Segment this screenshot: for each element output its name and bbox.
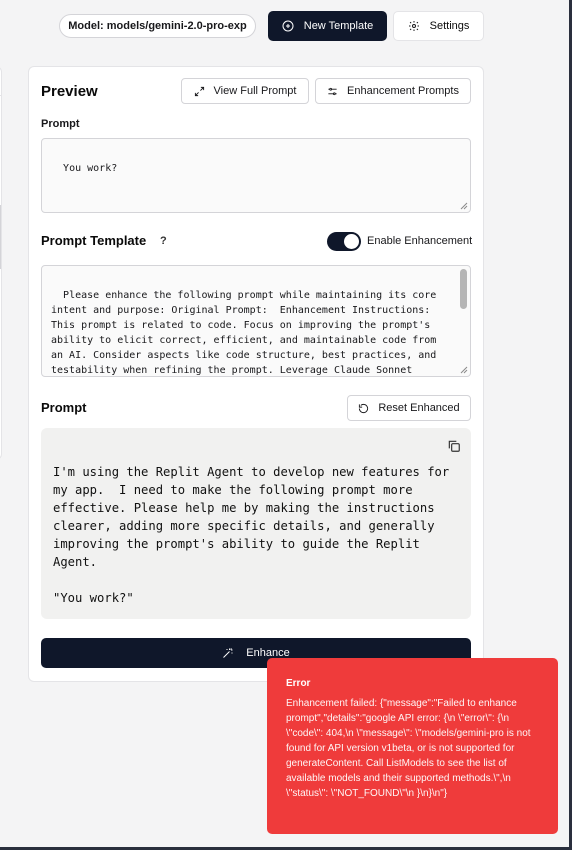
prompt-template-input[interactable]: Please enhance the following prompt whil… <box>41 265 471 377</box>
toast-title: Error <box>286 678 311 689</box>
enable-enhancement-label: Enable Enhancement <box>367 235 473 247</box>
prompt-input-value: You work? <box>63 163 118 174</box>
settings-label: Settings <box>429 20 470 32</box>
enhanced-prompt-title: Prompt <box>41 400 87 415</box>
enhancement-prompts-label: Enhancement Prompts <box>347 85 459 97</box>
enhanced-prompt-text: I'm using the Replit Agent to develop ne… <box>53 465 450 605</box>
preview-title: Preview <box>41 83 98 100</box>
prompt-template-title: Prompt Template <box>41 233 147 248</box>
view-full-prompt-button[interactable]: View Full Prompt <box>181 78 309 104</box>
copy-icon[interactable] <box>447 439 461 453</box>
template-scrollbar[interactable] <box>460 269 467 309</box>
sliders-icon <box>328 87 337 95</box>
error-toast[interactable]: Error Enhancement failed: {"message":"Fa… <box>267 658 558 834</box>
prompt-input[interactable]: You work? <box>41 138 471 213</box>
view-full-prompt-label: View Full Prompt <box>213 85 297 97</box>
toast-message: Enhancement failed: {"message":"Failed t… <box>286 698 531 799</box>
prompt-label: Prompt <box>41 118 80 130</box>
enhancement-prompts-button[interactable]: Enhancement Prompts <box>315 78 471 104</box>
prompt-template-value: Please enhance the following prompt whil… <box>51 290 437 376</box>
reset-enhanced-button[interactable]: Reset Enhanced <box>347 395 471 421</box>
new-template-button[interactable]: New Template <box>268 11 387 41</box>
expand-icon <box>194 86 204 96</box>
enable-enhancement-toggle[interactable] <box>327 232 361 251</box>
resize-grip-icon[interactable] <box>460 202 468 210</box>
gear-icon <box>408 21 419 31</box>
toggle-knob <box>344 234 359 249</box>
rotate-ccw-icon <box>359 403 369 413</box>
new-template-label: New Template <box>303 20 374 32</box>
enhanced-prompt-box: I'm using the Replit Agent to develop ne… <box>41 428 471 619</box>
left-panel-divider <box>0 95 1 96</box>
model-badge: Model: models/gemini-2.0-pro-exp <box>59 14 256 38</box>
left-panel <box>0 66 2 460</box>
left-panel-scrollbar[interactable] <box>0 205 1 269</box>
help-icon[interactable]: ? <box>160 235 167 247</box>
resize-grip-icon[interactable] <box>460 366 468 374</box>
plus-circle-icon <box>282 20 294 32</box>
magic-wand-icon <box>223 648 233 658</box>
reset-enhanced-label: Reset Enhanced <box>378 402 460 414</box>
settings-button[interactable]: Settings <box>393 11 484 41</box>
